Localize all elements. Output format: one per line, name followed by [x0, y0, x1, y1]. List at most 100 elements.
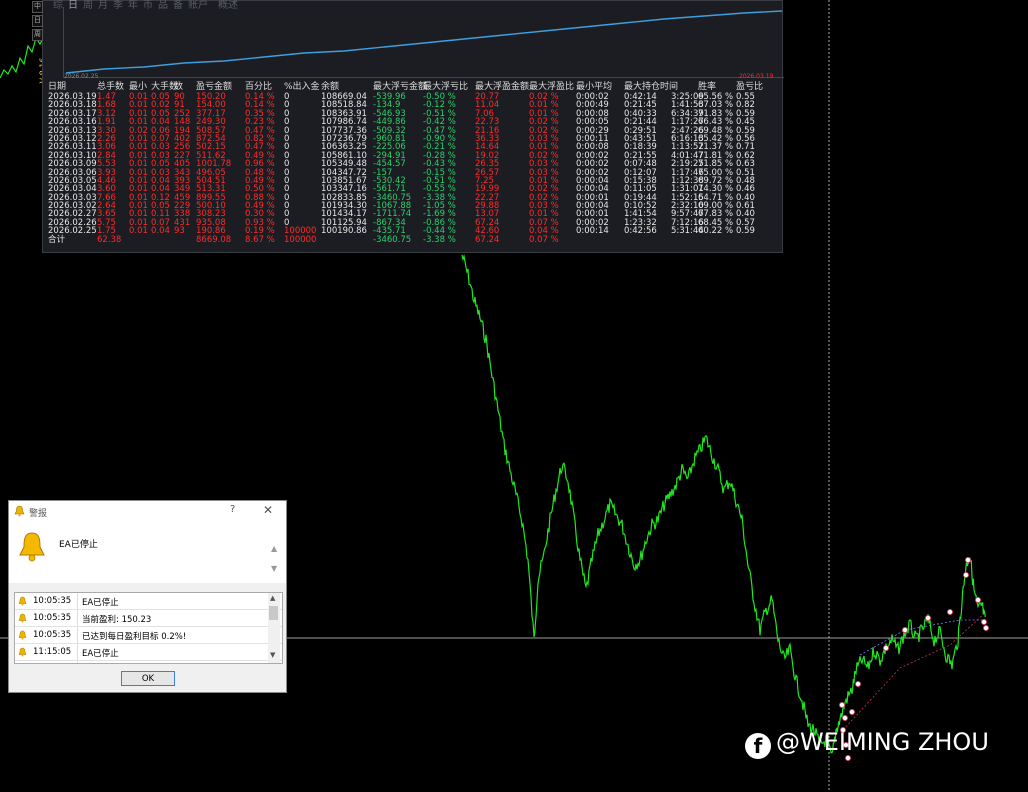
alert-time: 10:05:35 [33, 630, 72, 640]
col-min-avg: 最小平均 [576, 82, 613, 92]
col-min: 最小 [129, 82, 148, 92]
cell-t1: 0:00:14 [576, 226, 609, 237]
trade-marker [983, 625, 990, 632]
alert-log-item[interactable]: 10:05:35 当前盈利: 150.23 [15, 610, 282, 627]
col-pnl: 盈亏金额 [196, 82, 233, 92]
curve-end-date: 2026.03.19 [739, 73, 774, 80]
bell-icon [18, 596, 27, 606]
scrollbar[interactable]: ▲ ▼ [268, 593, 280, 663]
alert-log-item[interactable]: 11:15:05当前盈利: 152.11 [15, 661, 282, 663]
alert-dialog: 警报 ? ✕ EA已停止 ▲ ▼ 10:05:35 EA已停止 10:05:35 当前盈… [8, 500, 287, 693]
col-deposit: %出入金 [284, 82, 320, 92]
side-buttons: 中 日 周 [32, 1, 43, 43]
col-max-float-loss-pct: 最大浮亏比 [423, 82, 469, 92]
period-tab[interactable]: 综 [53, 0, 63, 11]
trade-marker [925, 615, 932, 622]
cell-max: 0.04 [151, 226, 170, 237]
alert-log-list[interactable]: 10:05:35 EA已停止 10:05:35 当前盈利: 150.23 10:05:3… [14, 592, 283, 664]
trade-marker [963, 572, 970, 579]
help-button[interactable]: ? [230, 504, 235, 515]
column-divider [77, 627, 78, 643]
total-pct: 8.67 % [245, 234, 275, 245]
dialog-title: 警报 [29, 509, 48, 519]
trade-marker [975, 597, 982, 604]
total-float-profit: 67.24 [475, 234, 500, 245]
col-max-float-profit: 最大浮盈金额 [475, 82, 530, 92]
ok-button[interactable]: OK [121, 671, 175, 686]
total-float-loss-pct: -3.38 % [423, 234, 456, 245]
dialog-message: EA已停止 [59, 540, 98, 550]
total-float-loss: -3460.75 [373, 234, 412, 245]
alert-log-items: 10:05:35 EA已停止 10:05:35 当前盈利: 150.23 10:05:3… [15, 593, 282, 663]
trade-marker [839, 702, 846, 709]
side-button[interactable]: 日 [32, 15, 43, 27]
cell-t2: 0:42:56 [624, 226, 657, 237]
stats-table: 日期 总手数 最小 大手数 数 盈亏金额 百分比 %出入金 余额 最大浮亏金额 … [43, 82, 783, 245]
scroll-down-icon[interactable]: ▼ [270, 651, 275, 659]
price-line-left [0, 36, 43, 79]
scroll-thumb[interactable] [269, 606, 278, 620]
col-max-float-profit-pct: 最大浮盈比 [529, 82, 575, 92]
trade-marker [883, 645, 890, 652]
scroll-up-icon[interactable]: ▲ [270, 594, 275, 602]
column-divider [77, 593, 78, 609]
alert-log-item[interactable]: 10:05:35 EA已停止 [15, 593, 282, 610]
daily-stats-panel: 中 日 周 综日周月季年币品备账户 概述 2026.02.25 2026.03.1… [32, 0, 784, 253]
watermark: f @WEIMING ZHOU [745, 728, 989, 759]
alert-text: EA已停止 [82, 649, 119, 659]
alert-time: 10:05:35 [33, 613, 72, 623]
total-lots: 62.38 [97, 234, 122, 245]
total-pnl: 8669.08 [196, 234, 232, 245]
price-line [461, 253, 986, 754]
bell-icon [18, 630, 27, 640]
trade-line [859, 619, 986, 656]
equity-curve-svg [65, 10, 783, 74]
alert-time: 10:05:35 [33, 596, 72, 606]
close-button[interactable]: ✕ [263, 503, 273, 517]
bell-icon [18, 647, 27, 657]
bell-icon [19, 532, 45, 562]
col-total-lots: 总手数 [97, 82, 125, 92]
alert-time: 11:15:05 [33, 647, 72, 657]
trade-marker [842, 715, 849, 722]
facebook-icon: f [745, 733, 771, 759]
col-max-hold: 最大持仓时间 [624, 82, 679, 92]
column-divider [77, 661, 78, 663]
trade-line [842, 611, 987, 731]
col-pct: 百分比 [245, 82, 273, 92]
col-profit-ratio: 盈亏比 [736, 82, 764, 92]
cell-bal: 100190.86 [321, 226, 367, 237]
col-count: 数 [174, 82, 184, 92]
total-float-profit-pct: 0.07 % [529, 234, 559, 245]
side-button[interactable]: 周 [32, 29, 43, 41]
cell-cnt: 93 [174, 226, 185, 237]
table-body: 2026.03.19 1.47 0.01 0.05 90 150.20 0.14 % 0 108… [43, 93, 783, 236]
col-max-float-loss: 最大浮亏金额 [373, 82, 428, 92]
message-scroll-arrows[interactable]: ▲ ▼ [271, 539, 277, 579]
equity-curve-line [65, 10, 783, 74]
col-date: 日期 [48, 82, 67, 92]
cell-pr: 0.59 [736, 226, 755, 237]
cell-wr: 60.22 % [698, 226, 734, 237]
curve-start-date: 2026.02.25 [64, 73, 99, 80]
alert-text: 当前盈利: 150.23 [82, 615, 152, 625]
side-button[interactable]: 中 [32, 1, 43, 13]
dialog-titlebar: 警报 ? ✕ [9, 501, 286, 523]
trade-marker [965, 557, 972, 564]
total-row: 合计 62.38 8669.08 8.67 % 100000 -3460.75 … [43, 234, 783, 245]
bell-icon [14, 505, 25, 517]
alert-text: 已达到每日盈利目标 0.2%! [82, 632, 187, 642]
trade-marker [902, 627, 909, 634]
trade-marker [849, 709, 856, 716]
bell-icon [18, 613, 27, 623]
alert-log-item[interactable]: 10:05:35 已达到每日盈利目标 0.2%! [15, 627, 282, 644]
col-balance: 余额 [321, 82, 340, 92]
dialog-message-area: EA已停止 ▲ ▼ [9, 523, 286, 583]
alert-log-item[interactable]: 11:15:05 EA已停止 [15, 644, 282, 661]
column-divider [77, 644, 78, 660]
trade-marker [981, 619, 988, 626]
alert-text: EA已停止 [82, 598, 119, 608]
trade-marker [947, 609, 954, 616]
column-divider [77, 610, 78, 626]
total-label: 合计 [48, 234, 66, 245]
